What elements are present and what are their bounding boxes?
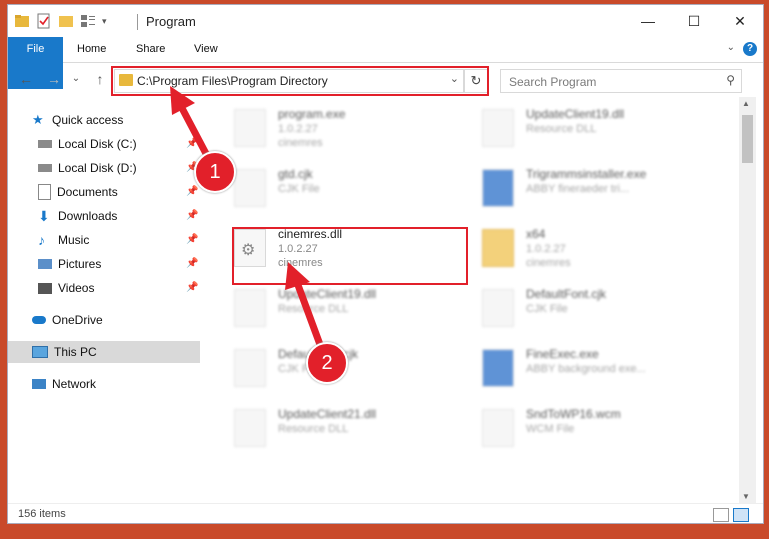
arrow-2-head — [285, 262, 310, 290]
arrow-2 — [294, 281, 326, 354]
annotation-arrows — [170, 86, 326, 354]
step-2-badge: 2 — [306, 342, 348, 384]
step-1-badge: 1 — [194, 151, 236, 193]
